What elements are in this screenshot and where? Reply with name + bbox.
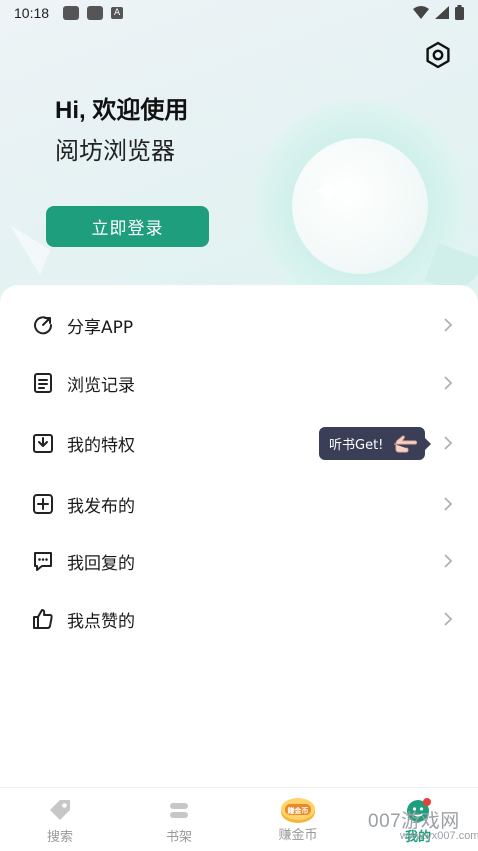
settings-hex-icon[interactable] (424, 41, 452, 69)
chevron-right-icon (444, 612, 453, 626)
menu-item-my-likes[interactable]: 我点赞的 (0, 593, 478, 645)
coin-badge-text: 赚金币 (287, 806, 309, 815)
notification-icon (87, 6, 104, 20)
watermark-url: www.yx007.com (400, 830, 478, 842)
battery-icon (455, 5, 464, 20)
tab-search[interactable]: 搜索 (10, 788, 110, 851)
menu-item-history[interactable]: 浏览记录 (0, 357, 478, 409)
menu-label: 浏览记录 (67, 375, 135, 396)
thumbs-up-icon (33, 609, 53, 629)
menu-item-my-posts[interactable]: 我发布的 (0, 478, 478, 530)
tab-label: 书架 (165, 830, 192, 845)
menu-label: 我的特权 (67, 435, 135, 456)
login-button[interactable]: 立即登录 (46, 206, 209, 247)
menu-item-my-replies[interactable]: 我回复的 (0, 535, 478, 587)
chevron-right-icon (444, 497, 453, 511)
coin-icon: 赚金币 (281, 798, 315, 823)
reply-icon (34, 552, 52, 571)
status-bar: 10:18 A (0, 0, 478, 26)
privilege-icon (33, 434, 53, 453)
app-name: 阅坊浏览器 (55, 137, 175, 165)
chevron-right-icon (444, 436, 453, 450)
tab-label: 搜索 (46, 830, 73, 845)
chevron-right-icon (444, 376, 453, 390)
pointing-hand-icon (394, 435, 417, 453)
add-post-icon (33, 494, 53, 514)
notification-icon (63, 6, 80, 20)
tooltip-text: 听书Get! (329, 438, 384, 453)
bookshelf-icon (170, 803, 188, 818)
tab-label: 赚金币 (278, 828, 318, 843)
menu-label: 我回复的 (67, 553, 135, 574)
search-tag-icon (50, 800, 70, 820)
history-icon (34, 373, 52, 393)
menu-label: 我点赞的 (67, 611, 135, 632)
status-time: 10:18 (14, 5, 50, 21)
menu-label: 我发布的 (67, 496, 135, 517)
chevron-right-icon (444, 318, 453, 332)
tab-bookshelf[interactable]: 书架 (129, 788, 229, 851)
menu-label: 分享APP (67, 317, 134, 338)
tab-earn-coins[interactable]: 赚金币 赚金币 (248, 788, 348, 851)
keyboard-icon: A (111, 7, 124, 19)
chevron-right-icon (444, 554, 453, 568)
sparkle-icon (312, 175, 344, 207)
audiobook-tooltip[interactable]: 听书Get! (319, 427, 431, 460)
watermark-logo: 007游戏网 (368, 811, 460, 832)
greeting-title: Hi, 欢迎使用 (55, 97, 189, 124)
share-icon (34, 316, 53, 335)
signal-icon (435, 6, 449, 19)
menu-item-share[interactable]: 分享APP (0, 299, 478, 351)
wifi-icon (413, 6, 429, 19)
